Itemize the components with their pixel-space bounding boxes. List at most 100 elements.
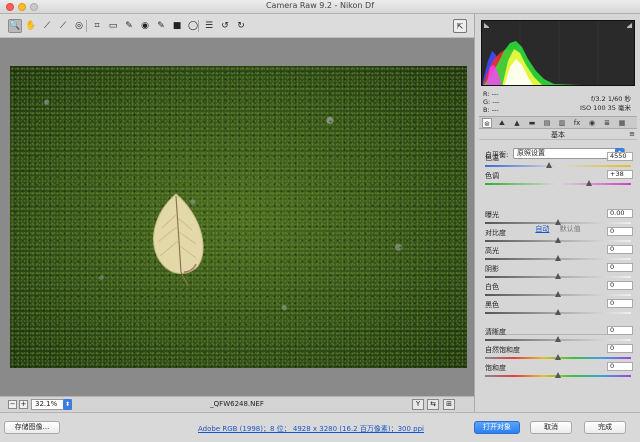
workflow-options-link[interactable]: Adobe RGB (1998)；8 位； 4928 x 3280 (16.2 … xyxy=(198,424,424,434)
shadows-slider-handle[interactable] xyxy=(555,273,561,279)
basic-tab-icon[interactable]: ⊛ xyxy=(482,118,492,128)
iso-focal-length: ISO 100 35 毫米 xyxy=(579,104,631,112)
snapshots-tab-icon[interactable]: ▦ xyxy=(617,118,627,128)
temperature-slider-row: 色温 4550 xyxy=(485,152,635,171)
highlights-slider-handle[interactable] xyxy=(555,255,561,261)
contrast-value-field[interactable]: 0 xyxy=(607,227,633,236)
tint-label: 色调 xyxy=(485,172,499,180)
tint-slider-row: 色调 +38 xyxy=(485,170,635,189)
tint-slider-handle[interactable] xyxy=(585,180,592,186)
leaf-image xyxy=(153,193,204,287)
vibrance-slider-handle[interactable] xyxy=(555,354,561,360)
toolbar-separator xyxy=(86,20,87,32)
highlights-label: 高光 xyxy=(485,247,499,255)
hand-tool-icon[interactable]: ✋ xyxy=(24,19,38,33)
highlights-value-field[interactable]: 0 xyxy=(607,245,633,254)
lens-corrections-tab-icon[interactable]: ▥ xyxy=(557,118,567,128)
saturation-value-field[interactable]: 0 xyxy=(607,362,633,371)
vibrance-value-field[interactable]: 0 xyxy=(607,344,633,353)
contrast-slider-row: 对比度 0 xyxy=(485,227,635,246)
preferences-icon[interactable]: ☰ xyxy=(202,19,216,33)
whites-value-field[interactable]: 0 xyxy=(607,281,633,290)
exposure-slider-row: 曝光 0.00 xyxy=(485,209,635,228)
tool-bar: ⇱ 🔍 ✋ ⟋ ⟋ ◎ ⌗ ▭ ✎ ◉ ✎ ■ ◯ ☰ ↺ ↻ xyxy=(0,14,474,38)
saturation-slider-handle[interactable] xyxy=(555,372,561,378)
panel-section-title: 基本 ≡ xyxy=(479,130,637,140)
readout-b: B: --- xyxy=(483,106,499,114)
zoom-tool-icon[interactable]: 🔍 xyxy=(8,19,22,33)
whites-slider-row: 白色 0 xyxy=(485,281,635,300)
shadows-label: 阴影 xyxy=(485,265,499,273)
contrast-label: 对比度 xyxy=(485,229,506,237)
blacks-slider-handle[interactable] xyxy=(555,309,561,315)
saturation-label: 饱和度 xyxy=(485,364,506,372)
hsl-tab-icon[interactable]: ▬ xyxy=(527,118,537,128)
temperature-value-field[interactable]: 4550 xyxy=(607,152,633,161)
histogram-graph xyxy=(482,21,599,85)
adjustment-brush-icon[interactable]: ✎ xyxy=(154,19,168,33)
blacks-label: 黑色 xyxy=(485,301,499,309)
contrast-slider-handle[interactable] xyxy=(555,237,561,243)
rotate-cw-icon[interactable]: ↻ xyxy=(234,19,248,33)
moss-texture xyxy=(10,66,467,368)
color-sampler-tool-icon[interactable]: ⟋ xyxy=(56,19,70,33)
save-image-button[interactable]: 存储图像... xyxy=(4,421,60,434)
highlights-slider-row: 高光 0 xyxy=(485,245,635,264)
clarity-slider-handle[interactable] xyxy=(555,336,561,342)
swap-before-after-button[interactable]: ⇆ xyxy=(427,399,439,410)
clarity-label: 清晰度 xyxy=(485,328,506,336)
tint-value-field[interactable]: +38 xyxy=(607,170,633,179)
vibrance-slider-row: 自然饱和度 0 xyxy=(485,344,635,363)
targeted-adjustment-tool-icon[interactable]: ◎ xyxy=(72,19,86,33)
white-balance-tool-icon[interactable]: ⟋ xyxy=(40,19,54,33)
exposure-slider-handle[interactable] xyxy=(555,219,561,225)
clarity-value-field[interactable]: 0 xyxy=(607,326,633,335)
before-after-toggle-button[interactable]: Y xyxy=(412,399,424,410)
blacks-value-field[interactable]: 0 xyxy=(607,299,633,308)
fullscreen-toggle-button[interactable]: ⇱ xyxy=(453,19,467,33)
whites-slider-handle[interactable] xyxy=(555,291,561,297)
clarity-slider-row: 清晰度 0 xyxy=(485,326,635,345)
vibrance-label: 自然饱和度 xyxy=(485,346,520,354)
toolbar-separator xyxy=(198,20,199,32)
window-titlebar: Camera Raw 9.2 - Nikon Df xyxy=(0,0,640,14)
cancel-button[interactable]: 取消 xyxy=(530,421,572,434)
exposure-value-field[interactable]: 0.00 xyxy=(607,209,633,218)
image-preview-area[interactable] xyxy=(0,38,474,396)
done-button[interactable]: 完成 xyxy=(584,421,626,434)
detail-tab-icon[interactable]: ▲ xyxy=(512,118,522,128)
presets-tab-icon[interactable]: ≣ xyxy=(602,118,612,128)
camera-info: R: --- G: --- B: --- f/3.2 1/60 秒 ISO 10… xyxy=(481,88,635,114)
straighten-tool-icon[interactable]: ▭ xyxy=(106,19,120,33)
tint-slider-track[interactable] xyxy=(485,183,631,185)
adjustment-panel: R: --- G: --- B: --- f/3.2 1/60 秒 ISO 10… xyxy=(474,14,640,412)
effects-tab-icon[interactable]: fx xyxy=(572,118,582,128)
shadows-value-field[interactable]: 0 xyxy=(607,263,633,272)
tone-curve-tab-icon[interactable]: ⛰ xyxy=(497,118,507,128)
window-title: Camera Raw 9.2 - Nikon Df xyxy=(265,1,375,10)
split-toning-tab-icon[interactable]: ▤ xyxy=(542,118,552,128)
camera-calibration-tab-icon[interactable]: ◉ xyxy=(587,118,597,128)
histogram xyxy=(481,20,635,86)
file-name: _QFW6248.NEF xyxy=(210,400,264,408)
rotate-ccw-icon[interactable]: ↺ xyxy=(218,19,232,33)
temperature-label: 色温 xyxy=(485,154,499,162)
temperature-slider-track[interactable] xyxy=(485,165,631,167)
open-object-button[interactable]: 打开对象 xyxy=(474,421,520,434)
temperature-slider-handle[interactable] xyxy=(546,162,553,168)
panel-menu-icon[interactable]: ≡ xyxy=(629,130,635,138)
spot-removal-tool-icon[interactable]: ✎ xyxy=(122,19,136,33)
photo-preview[interactable] xyxy=(10,66,467,368)
blacks-slider-row: 黑色 0 xyxy=(485,299,635,318)
readout-g: G: --- xyxy=(483,98,500,106)
crop-tool-icon[interactable]: ⌗ xyxy=(90,19,104,33)
panel-tabs: ⊛ ⛰ ▲ ▬ ▤ ▥ fx ◉ ≣ ▦ xyxy=(479,116,637,129)
whites-label: 白色 xyxy=(485,283,499,291)
preview-status-bar: − + 32.1% ⬍ _QFW6248.NEF Y ⇆ ⊞ xyxy=(0,396,474,412)
preview-settings-button[interactable]: ⊞ xyxy=(443,399,455,410)
graduated-filter-icon[interactable]: ■ xyxy=(170,19,184,33)
red-eye-tool-icon[interactable]: ◉ xyxy=(138,19,152,33)
saturation-slider-row: 饱和度 0 xyxy=(485,362,635,381)
dialog-footer: 存储图像... Adobe RGB (1998)；8 位； 4928 x 328… xyxy=(0,412,640,442)
shadows-slider-row: 阴影 0 xyxy=(485,263,635,282)
